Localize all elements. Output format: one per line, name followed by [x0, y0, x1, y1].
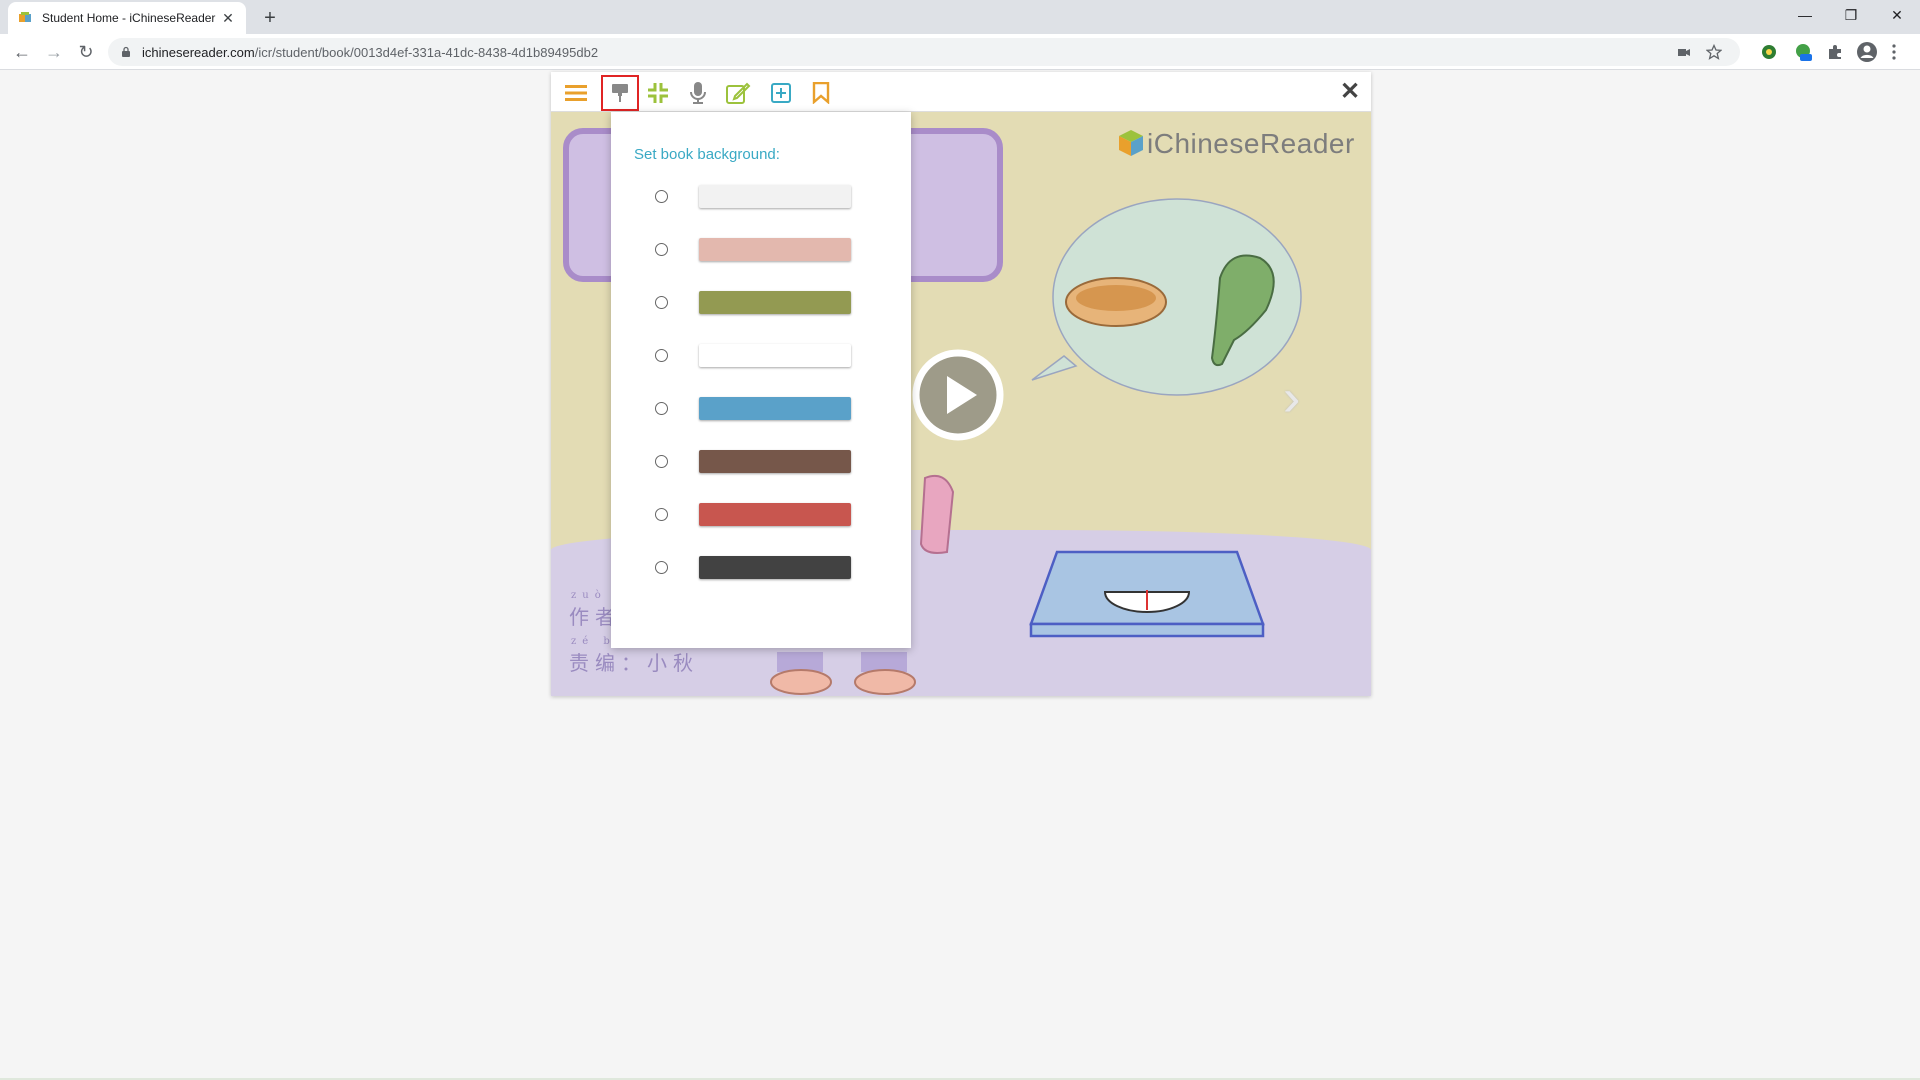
window-close-button[interactable]: ✕	[1874, 0, 1920, 30]
tab-close-icon[interactable]: ✕	[220, 10, 236, 27]
background-color-swatch[interactable]	[699, 344, 851, 367]
background-option-radio[interactable]	[655, 402, 668, 415]
next-page-arrow[interactable]: ›	[1283, 368, 1300, 428]
background-option[interactable]	[611, 447, 911, 475]
bookmark-star-icon[interactable]	[1706, 44, 1722, 60]
minimize-button[interactable]: —	[1782, 0, 1828, 30]
tab-title: Student Home - iChineseReader	[42, 11, 216, 25]
compress-icon[interactable]	[643, 78, 673, 108]
browser-tabbar: Student Home - iChineseReader ✕ + — ❐ ✕	[0, 0, 1920, 34]
address-bar[interactable]: ichinesereader.com/icr/student/book/0013…	[108, 38, 1740, 66]
background-option[interactable]	[611, 553, 911, 581]
background-option[interactable]	[611, 182, 911, 210]
speech-bubble-illustration	[1031, 198, 1302, 396]
background-color-swatch[interactable]	[699, 397, 851, 420]
reader-close-button[interactable]: ✕	[1337, 78, 1363, 106]
background-option-radio[interactable]	[655, 455, 668, 468]
background-color-swatch[interactable]	[699, 503, 851, 526]
bookmark-icon[interactable]	[806, 78, 836, 108]
browser-menu-icon[interactable]	[1890, 43, 1898, 61]
weighing-scale-illustration	[1029, 550, 1265, 638]
background-color-swatch[interactable]	[699, 556, 851, 579]
restore-button[interactable]: ❐	[1828, 0, 1874, 30]
extension-off-icon[interactable]	[1794, 43, 1812, 61]
background-option[interactable]	[611, 235, 911, 263]
background-option-radio[interactable]	[655, 561, 668, 574]
ichinesereader-logo-text: iChineseReader	[1147, 128, 1355, 159]
credits-editor-line: 责编：小秋	[569, 651, 699, 675]
background-option[interactable]	[611, 288, 911, 316]
background-option-radio[interactable]	[655, 243, 668, 256]
background-option[interactable]	[611, 394, 911, 422]
character-legs-illustration	[770, 652, 916, 695]
url-text: ichinesereader.com/icr/student/book/0013…	[142, 44, 599, 60]
background-option-radio[interactable]	[655, 349, 668, 362]
browser-tab[interactable]: Student Home - iChineseReader ✕	[8, 2, 246, 34]
background-option-radio[interactable]	[655, 190, 668, 203]
forward-button[interactable]: →	[40, 38, 68, 66]
paint-roller-icon[interactable]	[601, 75, 639, 111]
background-color-swatch[interactable]	[699, 291, 851, 314]
profile-avatar-icon[interactable]	[1856, 41, 1878, 63]
background-color-swatch[interactable]	[699, 185, 851, 208]
new-tab-button[interactable]: +	[256, 4, 284, 32]
browser-toolbar: ← → ↻ ichinesereader.com/icr/student/boo…	[0, 34, 1920, 70]
ichinesereader-favicon	[19, 12, 31, 22]
ichinesereader-logo-icon	[1119, 130, 1143, 156]
reload-button[interactable]: ↻	[72, 38, 100, 66]
background-color-swatch[interactable]	[699, 238, 851, 261]
back-button[interactable]: ←	[8, 38, 36, 66]
play-button[interactable]	[911, 348, 1005, 442]
background-option-radio[interactable]	[655, 296, 668, 309]
reader-toolbar: ✕	[551, 72, 1371, 112]
camera-icon[interactable]	[1676, 44, 1692, 60]
background-color-swatch[interactable]	[699, 450, 851, 473]
character-arm-illustration	[919, 474, 955, 554]
edit-icon[interactable]	[723, 78, 753, 108]
popup-heading: Set book background:	[634, 146, 780, 163]
menu-icon[interactable]	[561, 78, 591, 108]
extensions-puzzle-icon[interactable]	[1826, 43, 1844, 61]
microphone-icon[interactable]	[683, 78, 713, 108]
background-option-radio[interactable]	[655, 508, 668, 521]
background-option[interactable]	[611, 500, 911, 528]
book-background-popup: Set book background:	[611, 112, 911, 648]
plus-square-icon[interactable]	[766, 78, 796, 108]
extension-globe-icon[interactable]	[1760, 43, 1778, 61]
background-option[interactable]	[611, 341, 911, 369]
lock-icon	[122, 46, 130, 57]
